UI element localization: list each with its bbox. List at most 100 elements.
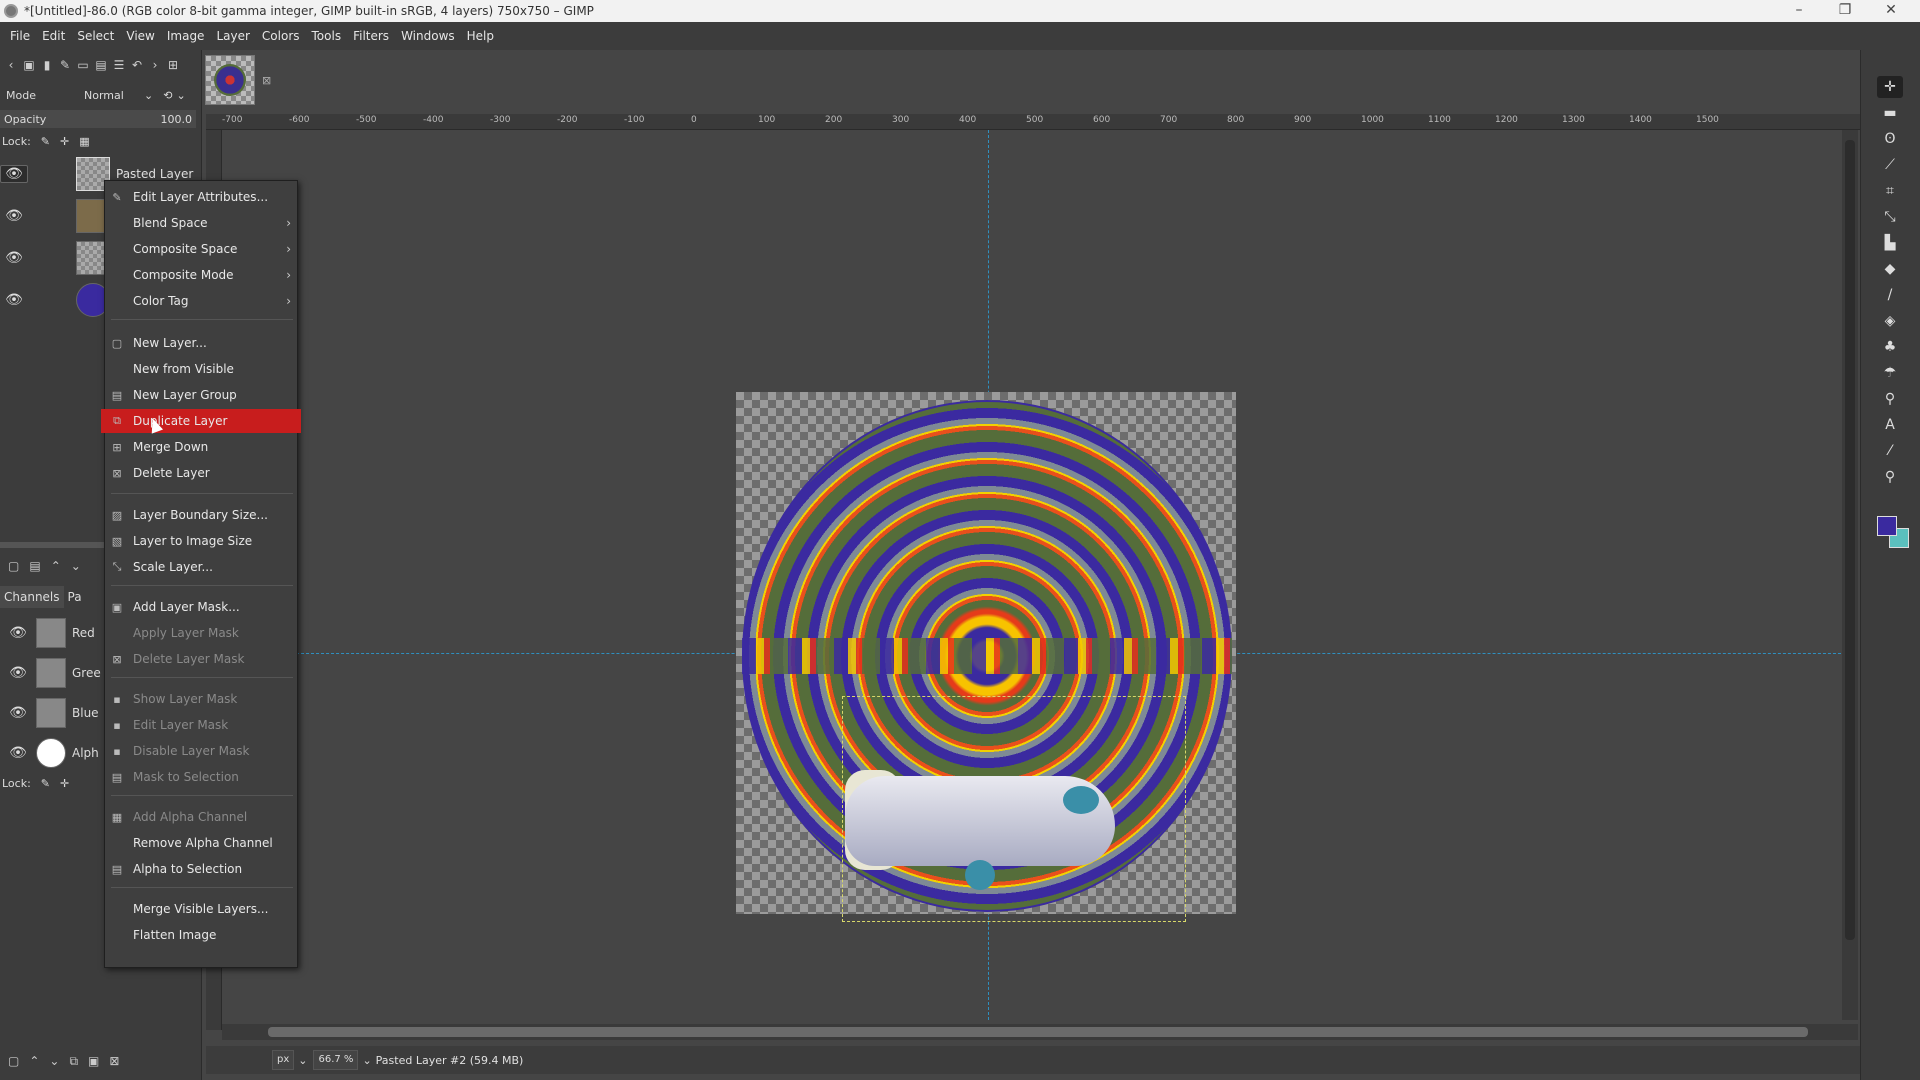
delete-channel-icon[interactable]: ⊠	[109, 1054, 119, 1068]
paths-tool-icon[interactable]: ⚲	[1877, 388, 1903, 410]
chevron-right-icon[interactable]: ›	[148, 58, 162, 72]
menu-disable-layer-mask[interactable]: ▪ Disable Layer Mask	[105, 739, 299, 763]
channel-name[interactable]: Gree	[72, 666, 101, 680]
channel-name[interactable]: Red	[72, 626, 95, 640]
layers-icon[interactable]: ☰	[112, 58, 126, 72]
chevron-left-icon[interactable]: ‹	[4, 58, 18, 72]
menu-new-from-visible[interactable]: New from Visible	[105, 357, 299, 381]
menu-duplicate-layer[interactable]: ⧉ Duplicate Layer	[101, 409, 301, 433]
menu-add-layer-mask[interactable]: ▣ Add Layer Mask...	[105, 595, 299, 619]
menu-file[interactable]: File	[4, 29, 36, 43]
duplicate-channel-icon[interactable]: ⧉	[69, 1054, 78, 1069]
close-button[interactable]: ✕	[1868, 0, 1914, 22]
reset-icon[interactable]: ⟲	[163, 89, 172, 102]
opacity-slider[interactable]: Opacity 100.0	[0, 110, 196, 128]
menu-select[interactable]: Select	[71, 29, 120, 43]
menu-alpha-to-selection[interactable]: ▤ Alpha to Selection	[105, 857, 299, 881]
new-channel-icon[interactable]: ▢	[8, 1054, 19, 1068]
bucket-fill-tool-icon[interactable]: ◆	[1877, 258, 1903, 280]
menu-delete-layer[interactable]: ⊠ Delete Layer	[105, 461, 299, 485]
tab-paths[interactable]: Pa	[64, 586, 86, 608]
menu-merge-visible-layers[interactable]: Merge Visible Layers...	[105, 897, 299, 921]
menu-color-tag[interactable]: Color Tag ›	[105, 289, 299, 313]
menu-composite-mode[interactable]: Composite Mode ›	[105, 263, 299, 287]
menu-windows[interactable]: Windows	[395, 29, 461, 43]
raise-layer-icon[interactable]: ⌃	[51, 559, 61, 573]
close-icon[interactable]: ⊠	[262, 74, 271, 87]
lock-pixels-icon[interactable]: ✎	[41, 135, 50, 148]
menu-apply-layer-mask[interactable]: Apply Layer Mask	[105, 621, 299, 645]
canvas[interactable]	[222, 130, 1860, 1020]
menu-view[interactable]: View	[120, 29, 160, 43]
menu-merge-down[interactable]: ⊞ Merge Down	[105, 435, 299, 459]
layer-name[interactable]: Pasted Layer	[116, 167, 193, 181]
smudge-tool-icon[interactable]: ☂	[1877, 362, 1903, 384]
menu-delete-layer-mask[interactable]: ⊠ Delete Layer Mask	[105, 647, 299, 671]
menu-image[interactable]: Image	[161, 29, 211, 43]
raise-channel-icon[interactable]: ⌃	[29, 1054, 39, 1068]
menu-show-layer-mask[interactable]: ▪ Show Layer Mask	[105, 687, 299, 711]
brush-icon[interactable]: ▮	[40, 58, 54, 72]
eye-icon[interactable]: 👁	[0, 208, 28, 224]
menu-new-layer-group[interactable]: ▤ New Layer Group	[105, 383, 299, 407]
fuzzy-select-tool-icon[interactable]: ⟋	[1877, 154, 1903, 176]
warp-tool-icon[interactable]: ▙	[1877, 232, 1903, 254]
undo-history-icon[interactable]: ↶	[130, 58, 144, 72]
tab-channels[interactable]: Channels	[0, 586, 64, 608]
text-tool-icon[interactable]: A	[1877, 414, 1903, 436]
clone-tool-icon[interactable]: ♣	[1877, 336, 1903, 358]
dock-menu-icon[interactable]: ⊞	[166, 58, 180, 72]
lock-position-icon[interactable]: ✛	[60, 135, 69, 148]
rect-select-tool-icon[interactable]: ▬	[1877, 102, 1903, 124]
minimize-button[interactable]: –	[1776, 0, 1822, 22]
zoom-select[interactable]: 66.7 %	[313, 1050, 359, 1070]
crop-tool-icon[interactable]: ⌗	[1877, 180, 1903, 202]
mode-select[interactable]: Normal	[84, 89, 144, 102]
menu-tools[interactable]: Tools	[306, 29, 348, 43]
paintbrush-tool-icon[interactable]: /	[1877, 284, 1903, 306]
menu-flatten-image[interactable]: Flatten Image	[105, 923, 299, 947]
eye-icon[interactable]: 👁	[0, 665, 36, 681]
lock-pixels-icon[interactable]: ✎	[41, 777, 50, 790]
lasso-tool-icon[interactable]: ʘ	[1877, 128, 1903, 150]
tool-options-icon[interactable]: ▣	[22, 58, 36, 72]
horizontal-ruler[interactable]: -700 -600 -500 -400 -300 -200 -100 0 100 200 300 40…	[206, 114, 1860, 130]
eye-icon[interactable]: 👁	[0, 705, 36, 721]
menu-help[interactable]: Help	[461, 29, 500, 43]
chevron-down-icon[interactable]: ⌄	[176, 89, 185, 102]
eye-icon[interactable]: 👁	[0, 250, 28, 266]
menu-mask-to-selection[interactable]: ▤ Mask to Selection	[105, 765, 299, 789]
menu-edit[interactable]: Edit	[36, 29, 71, 43]
menu-edit-layer-attributes[interactable]: ✎ Edit Layer Attributes...	[105, 185, 299, 209]
horizontal-scrollbar[interactable]	[222, 1024, 1858, 1040]
vertical-scrollbar[interactable]	[1842, 130, 1858, 1020]
eye-icon[interactable]: 👁	[0, 292, 28, 308]
lock-alpha-icon[interactable]: ▦	[79, 135, 89, 148]
menu-layer[interactable]: Layer	[210, 29, 255, 43]
pencil-icon[interactable]: ✎	[58, 58, 72, 72]
chevron-down-icon[interactable]: ⌄	[362, 1054, 371, 1067]
menu-colors[interactable]: Colors	[256, 29, 306, 43]
new-layer-icon[interactable]: ▢	[8, 559, 19, 573]
restore-button[interactable]: ❐	[1822, 0, 1868, 22]
new-layer-group-icon[interactable]: ▤	[29, 559, 40, 573]
menu-scale-layer[interactable]: ⤡ Scale Layer...	[105, 555, 299, 579]
menu-composite-space[interactable]: Composite Space ›	[105, 237, 299, 261]
opacity-value[interactable]: 100.0	[161, 113, 193, 126]
menu-remove-alpha-channel[interactable]: Remove Alpha Channel	[105, 831, 299, 855]
unit-select[interactable]: px	[272, 1050, 295, 1070]
lower-channel-icon[interactable]: ⌄	[49, 1054, 59, 1068]
zoom-tool-icon[interactable]: ⚲	[1877, 466, 1903, 488]
channel-name[interactable]: Blue	[72, 706, 99, 720]
eye-icon[interactable]: 👁	[0, 625, 36, 641]
foreground-color-swatch[interactable]	[1877, 516, 1897, 536]
move-tool-icon[interactable]: ✛	[1877, 76, 1903, 98]
channel-to-selection-icon[interactable]: ▣	[88, 1054, 99, 1068]
menu-new-layer[interactable]: ▢ New Layer...	[105, 331, 299, 355]
pattern-icon[interactable]: ▭	[76, 58, 90, 72]
menu-layer-boundary-size[interactable]: ▨ Layer Boundary Size...	[105, 503, 299, 527]
lower-layer-icon[interactable]: ⌄	[71, 559, 81, 573]
channel-name[interactable]: Alph	[72, 746, 99, 760]
chevron-down-icon[interactable]: ⌄	[298, 1054, 307, 1067]
eye-icon[interactable]: 👁	[0, 745, 36, 761]
